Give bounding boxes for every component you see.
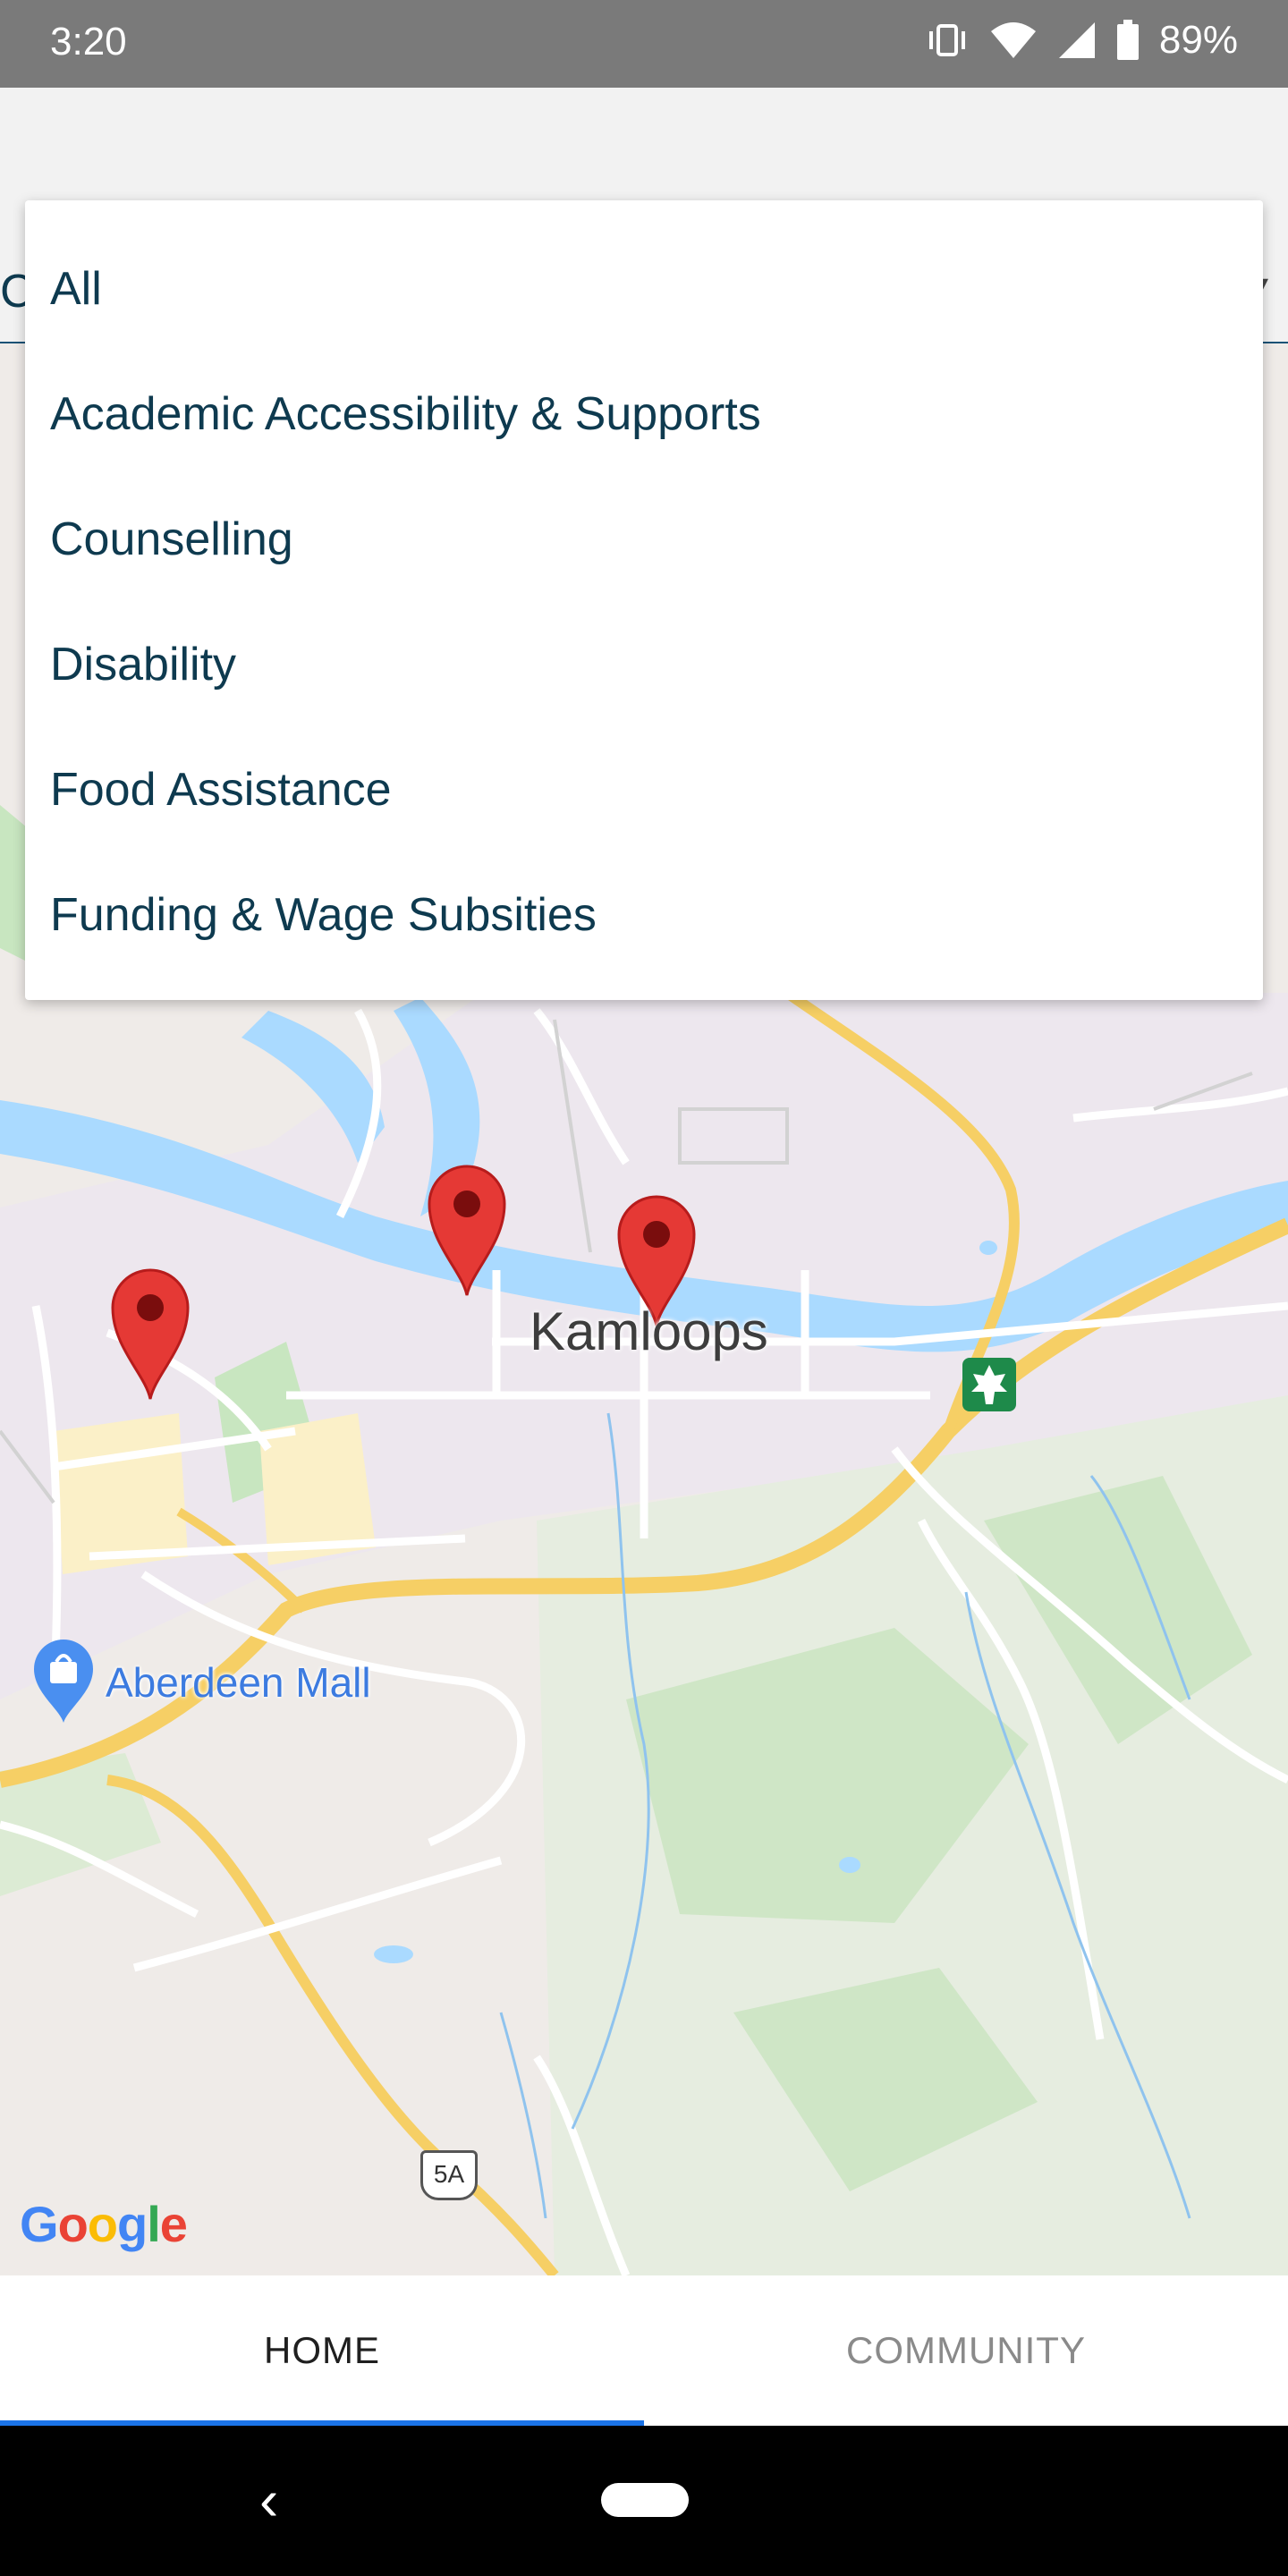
map-marker-2[interactable] [426,1163,508,1297]
status-time: 3:20 [50,20,127,64]
highway-5a-label: 5A [433,2160,465,2188]
dropdown-option-disability[interactable]: Disability [50,615,1231,714]
status-bar: 3:20 89% [0,0,1288,88]
dropdown-option-academic[interactable]: Academic Accessibility & Supports [50,365,1231,463]
category-dropdown-menu: All Academic Accessibility & Supports Co… [25,200,1263,1000]
map-city-label: Kamloops [530,1301,768,1361]
map-poi-label[interactable]: Aberdeen Mall [106,1658,371,1707]
dropdown-option-food[interactable]: Food Assistance [50,741,1231,839]
system-nav-bar: ‹ [0,2426,1288,2576]
tab-community[interactable]: COMMUNITY [644,2275,1288,2426]
google-logo: Google [20,2195,188,2253]
wifi-icon [990,22,1036,58]
signal-icon [1058,22,1095,58]
home-pill-button[interactable] [601,2483,689,2517]
google-logo-letter: G [20,2196,59,2252]
dropdown-option-funding[interactable]: Funding & Wage Subsities [50,866,1231,964]
status-icons: 89% [925,18,1238,63]
shopping-bag-icon[interactable] [32,1639,95,1724]
google-logo-letter: o [87,2196,118,2252]
tab-home[interactable]: HOME [0,2275,644,2426]
highway-5a-shield: 5A [420,2150,478,2200]
highway-1-shield-icon [962,1358,1016,1411]
vibrate-icon [928,24,965,56]
back-icon[interactable]: ‹ [259,2467,278,2533]
bottom-tab-bar: HOME COMMUNITY [0,2275,1288,2426]
map-marker-1[interactable] [109,1267,191,1401]
dropdown-option-counselling[interactable]: Counselling [50,490,1231,589]
dropdown-option-all[interactable]: All [50,240,1231,338]
google-logo-letter: o [57,2196,89,2252]
battery-percent: 89% [1158,18,1238,62]
google-logo-letter: l [147,2196,161,2252]
battery-icon [1116,20,1139,60]
google-logo-letter: g [117,2196,148,2252]
google-logo-letter: e [159,2196,188,2252]
